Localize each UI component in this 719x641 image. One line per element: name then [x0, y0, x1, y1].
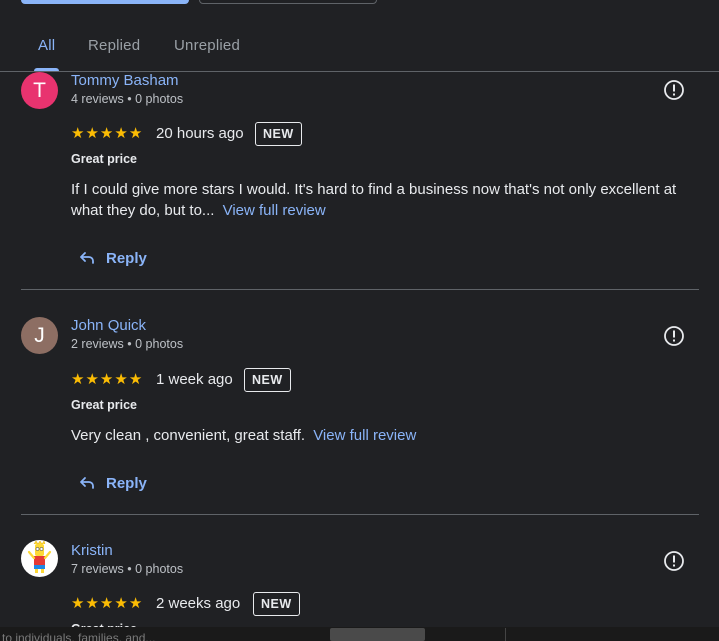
star-icon: ★	[114, 125, 128, 142]
new-badge: NEW	[244, 368, 291, 392]
new-badge: NEW	[255, 122, 302, 146]
review-highlight: Great price	[71, 152, 138, 166]
report-icon[interactable]	[663, 79, 685, 101]
star-icon: ★	[99, 595, 114, 612]
star-icon: ★	[114, 595, 128, 612]
avatar[interactable]: J	[21, 317, 58, 354]
star-icon: ★	[128, 125, 143, 142]
reviewer-meta: 2 reviews • 0 photos	[71, 337, 184, 351]
avatar[interactable]: T	[21, 72, 58, 109]
tab-replied[interactable]: Replied	[88, 37, 140, 54]
cartoon-character-avatar[interactable]	[21, 540, 58, 577]
star-rating: ★ ★ ★ ★ ★	[71, 126, 142, 141]
new-badge: NEW	[253, 592, 300, 616]
star-icon: ★	[71, 595, 85, 612]
star-icon: ★	[114, 371, 128, 388]
report-icon[interactable]	[663, 550, 685, 572]
reviews-app: All Replied Unreplied T Tommy Basham 4 r…	[0, 0, 719, 641]
star-icon: ★	[71, 125, 85, 142]
reviewer-meta: 4 reviews • 0 photos	[71, 92, 184, 106]
review-highlight: Great price	[71, 398, 138, 412]
review-time: 2 weeks ago	[156, 595, 241, 612]
star-rating: ★ ★ ★ ★ ★	[71, 372, 142, 387]
reply-icon	[80, 252, 94, 264]
top-primary-button[interactable]	[21, 0, 189, 4]
star-icon: ★	[128, 371, 143, 388]
review-divider	[21, 289, 699, 290]
reviewer-meta: 7 reviews • 0 photos	[71, 562, 184, 576]
star-icon: ★	[128, 595, 143, 612]
review-time: 20 hours ago	[156, 125, 244, 142]
bottom-bar-text: to individuals, families, and...	[2, 631, 156, 641]
star-icon: ★	[99, 371, 114, 388]
review-time: 1 week ago	[156, 371, 233, 388]
reply-button[interactable]: Reply	[78, 474, 147, 492]
review-filter-tabs: All Replied Unreplied	[0, 28, 719, 72]
star-icon: ★	[99, 125, 114, 142]
avatar-letter: T	[33, 78, 46, 102]
bottom-separator	[505, 628, 506, 641]
report-icon[interactable]	[663, 325, 685, 347]
reply-label: Reply	[106, 474, 147, 492]
star-icon: ★	[71, 371, 85, 388]
cartoon-character-icon	[27, 540, 52, 573]
tab-unreplied[interactable]: Unreplied	[174, 37, 240, 54]
bottom-thumbnail	[330, 628, 425, 641]
reviews-list: T Tommy Basham 4 reviews • 0 photos ★ ★ …	[0, 72, 719, 641]
reply-label: Reply	[106, 249, 147, 267]
reviewer-name[interactable]: John Quick	[71, 317, 146, 334]
tab-all[interactable]: All	[38, 37, 55, 54]
reply-icon	[80, 477, 94, 489]
review-text: If I could give more stars I would. It's…	[71, 179, 696, 221]
review-body: Very clean , convenient, great staff.	[71, 427, 306, 444]
star-icon: ★	[85, 125, 99, 142]
avatar-letter: J	[34, 323, 45, 347]
star-rating: ★ ★ ★ ★ ★	[71, 596, 142, 611]
view-full-review-link[interactable]: View full review	[223, 202, 326, 219]
reviewer-name[interactable]: Kristin	[71, 542, 113, 559]
reply-button[interactable]: Reply	[78, 249, 147, 267]
reviewer-name[interactable]: Tommy Basham	[71, 72, 179, 89]
top-secondary-button[interactable]	[199, 0, 377, 4]
review-text: Very clean , convenient, great staff. Vi…	[71, 425, 696, 446]
star-icon: ★	[85, 595, 99, 612]
review-body: If I could give more stars I would. It's…	[71, 181, 677, 219]
view-full-review-link[interactable]: View full review	[313, 427, 416, 444]
star-icon: ★	[85, 371, 99, 388]
review-divider	[21, 514, 699, 515]
